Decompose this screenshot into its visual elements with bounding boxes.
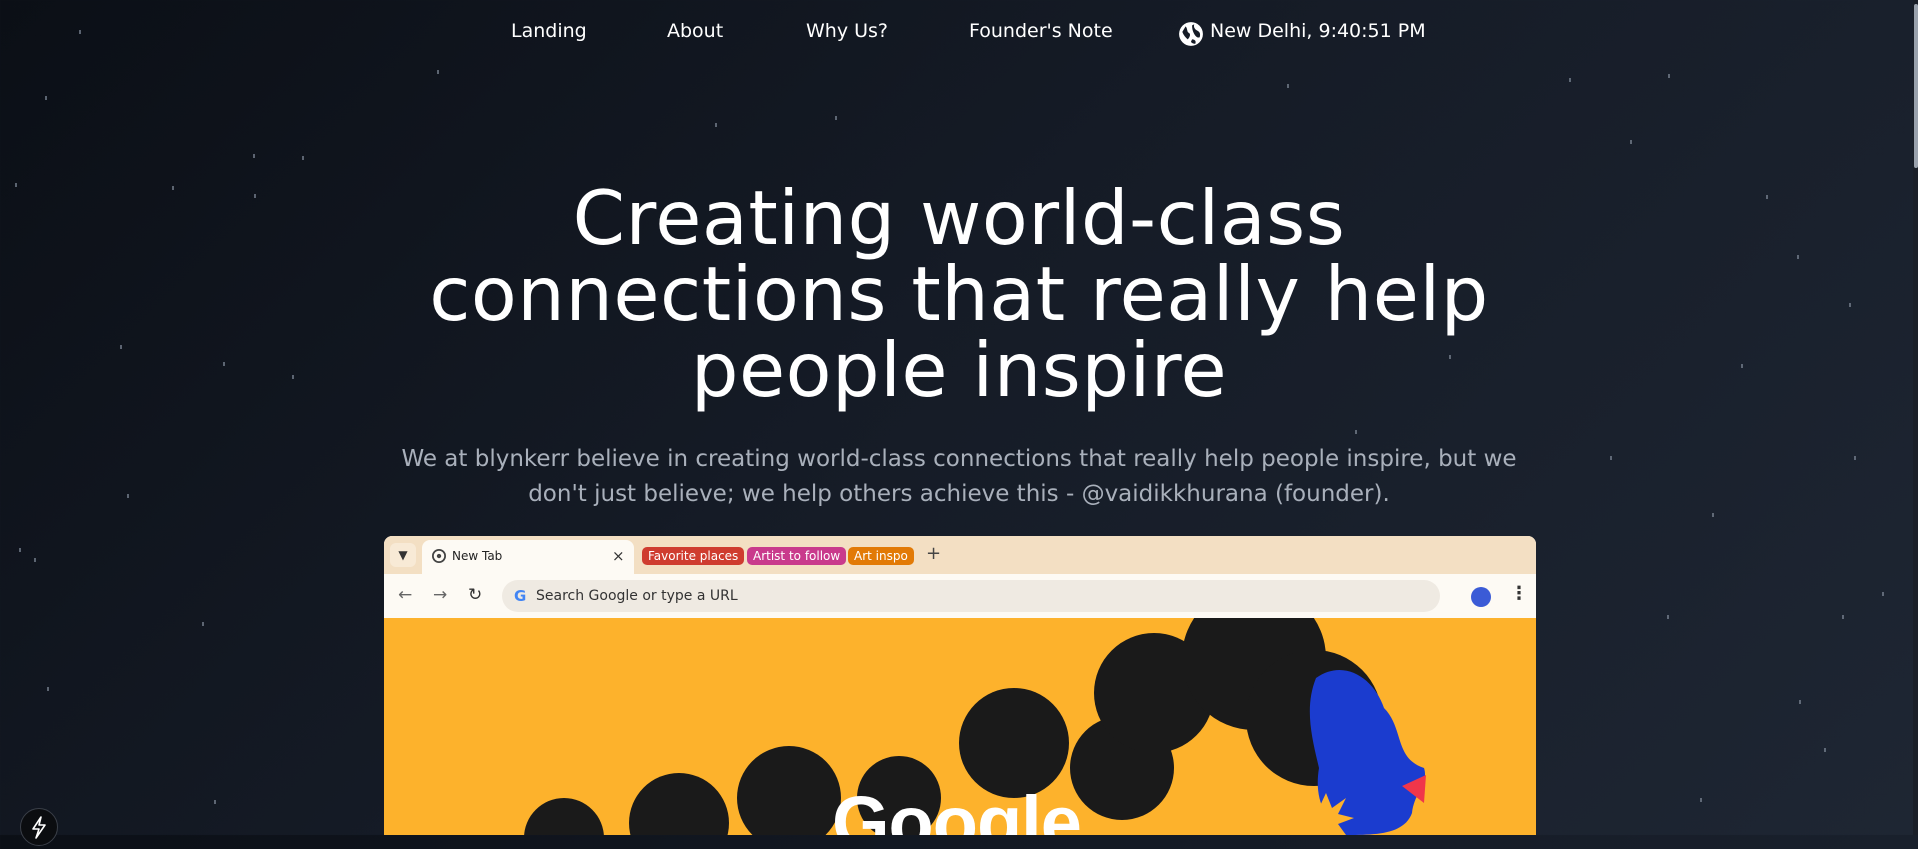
close-icon[interactable]: ×: [612, 547, 625, 565]
tab-group-favorite-places[interactable]: Favorite places: [642, 547, 745, 565]
browser-toolbar: ← → ↻ G Search Google or type a URL ☆ ⋮: [384, 574, 1536, 618]
location-time-display: New Delhi, 9:40:51 PM: [1210, 20, 1426, 42]
chevron-down-icon[interactable]: ▼: [390, 543, 416, 567]
forward-icon[interactable]: →: [433, 585, 447, 605]
hero-subtitle-line: don't just believe; we help others achie…: [528, 481, 1390, 507]
chrome-icon: [432, 549, 446, 563]
address-bar[interactable]: G Search Google or type a URL ☆: [502, 580, 1440, 612]
hero-subtitle-line: We at blynkerr believe in creating world…: [401, 446, 1517, 472]
nav-link-founders-note[interactable]: Founder's Note: [969, 20, 1113, 42]
tab-group-art-inspo[interactable]: Art inspo: [848, 547, 914, 565]
google-logo-text: Google: [832, 781, 1082, 835]
google-g-icon: G: [514, 587, 527, 605]
new-tab-page-doodle: Google: [384, 618, 1536, 835]
browser-tab-active[interactable]: New Tab ×: [422, 540, 634, 574]
page-scrollbar-thumb[interactable]: [1914, 4, 1918, 168]
browser-tab-bar: ▼ New Tab × Favorite places Artist to fo…: [384, 536, 1536, 574]
hero-title-line: Creating world-class: [572, 174, 1346, 262]
hero-title: Creating world-class connections that re…: [0, 180, 1918, 408]
hero-title-line: connections that really help: [429, 250, 1489, 338]
globe-icon: [1179, 22, 1203, 46]
tab-group-artist-to-follow[interactable]: Artist to follow: [747, 547, 847, 565]
kebab-menu-icon[interactable]: ⋮: [1510, 583, 1528, 604]
tab-label: New Tab: [452, 549, 503, 563]
back-icon[interactable]: ←: [398, 585, 412, 605]
nav-link-why-us[interactable]: Why Us?: [806, 20, 888, 42]
browser-mockup: ▼ New Tab × Favorite places Artist to fo…: [384, 536, 1536, 835]
nav-link-landing[interactable]: Landing: [511, 20, 587, 42]
reload-icon[interactable]: ↻: [468, 585, 482, 605]
bolt-glyph: [32, 816, 46, 839]
nav-link-about[interactable]: About: [667, 20, 723, 42]
profile-avatar[interactable]: [1471, 587, 1491, 607]
plus-icon[interactable]: +: [926, 543, 941, 564]
lightning-bolt-icon[interactable]: [20, 808, 58, 846]
address-bar-placeholder: Search Google or type a URL: [536, 588, 738, 604]
hero-title-line: people inspire: [690, 326, 1228, 414]
hero-subtitle: We at blynkerr believe in creating world…: [380, 442, 1538, 512]
top-navigation: Landing About Why Us? Founder's Note New…: [0, 0, 1918, 68]
